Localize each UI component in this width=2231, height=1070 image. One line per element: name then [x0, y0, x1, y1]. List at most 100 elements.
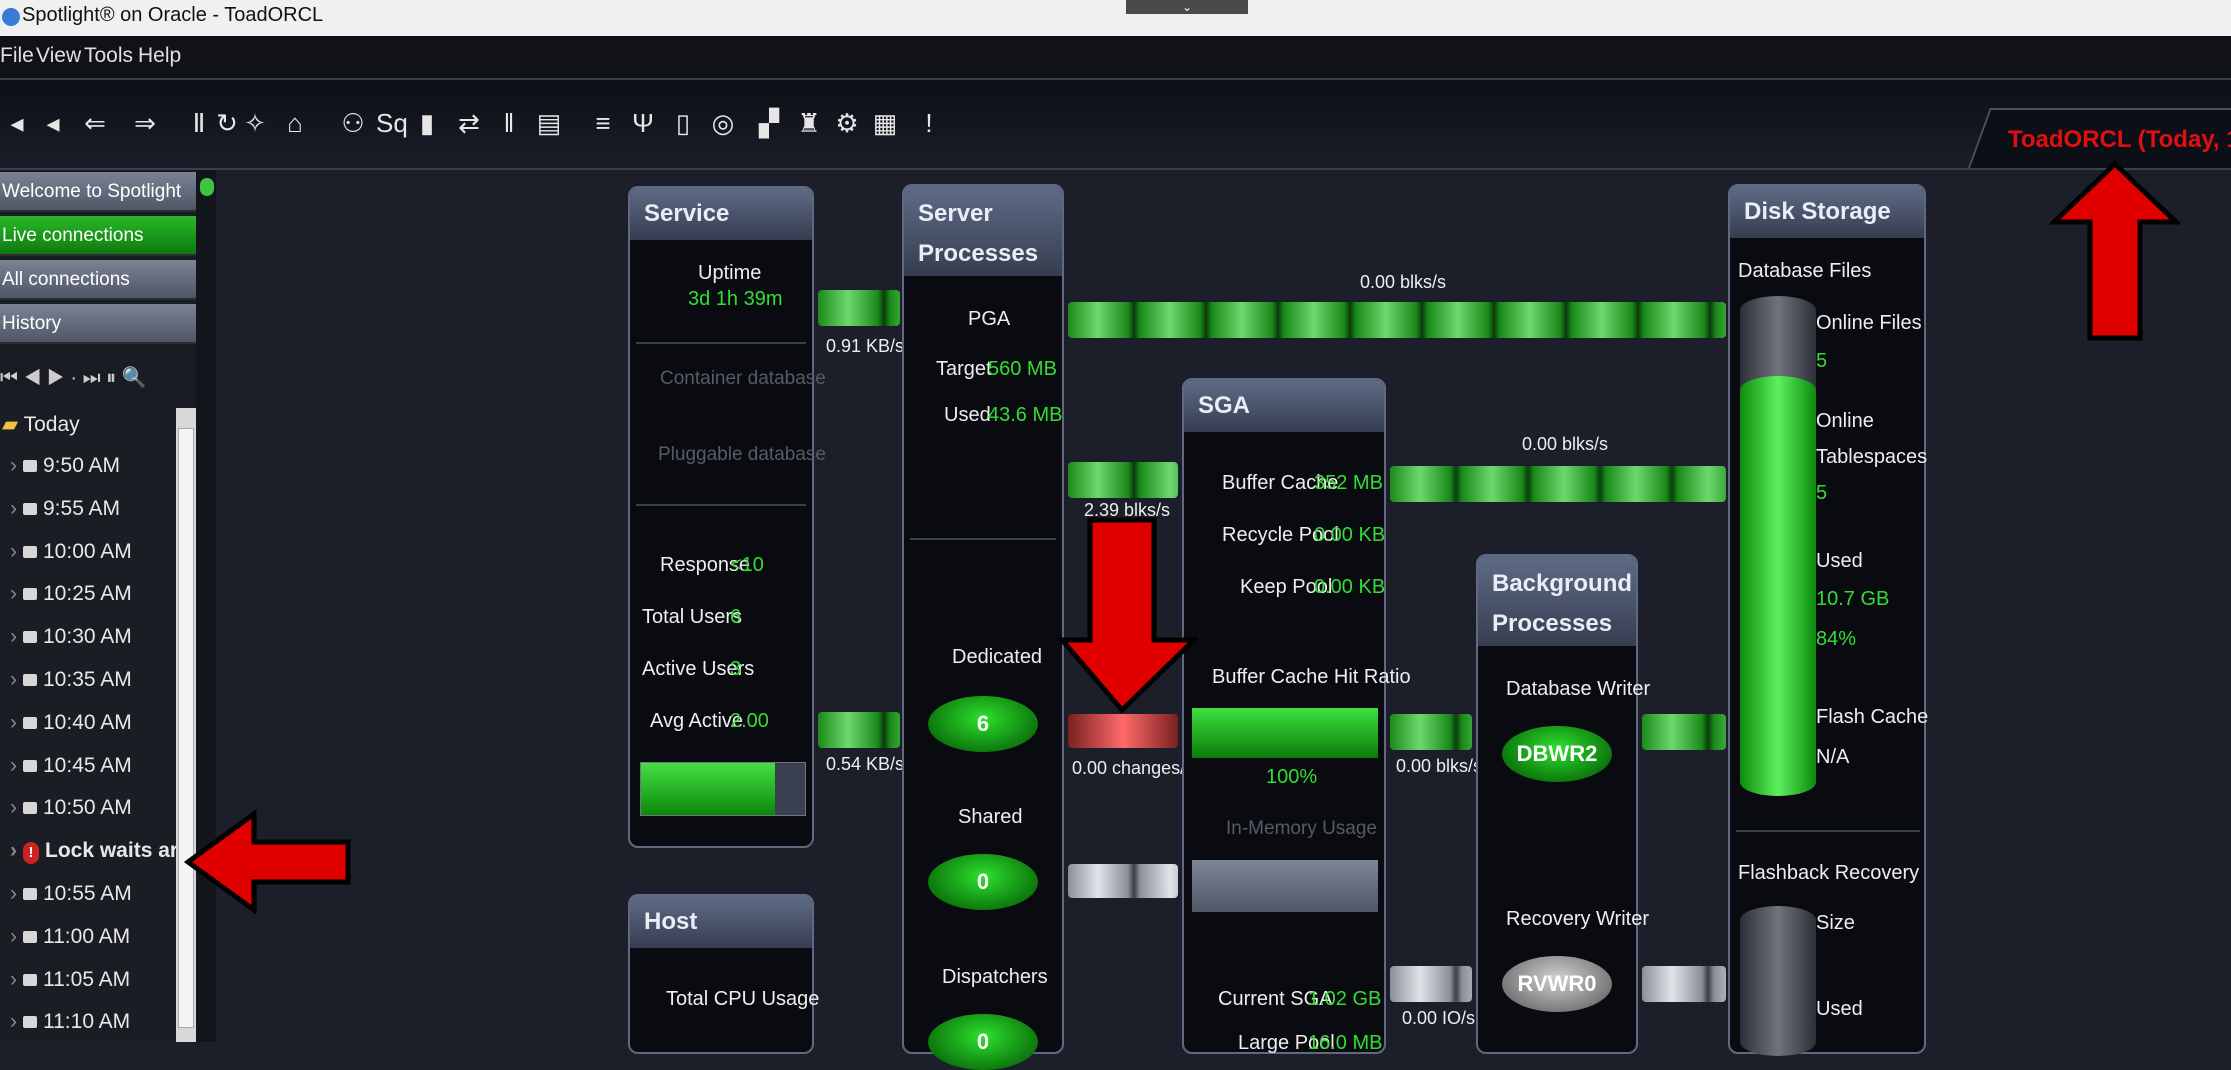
flashback-cylinder: [1740, 906, 1816, 1056]
expand-chevron-icon[interactable]: ›: [10, 968, 17, 991]
tree-item-snapshot[interactable]: › 11:00 AM: [10, 925, 130, 949]
toolbox-icon[interactable]: ⚙: [834, 108, 860, 138]
recovery-writer-label: Recovery Writer: [1506, 908, 1649, 930]
nav-all-connections[interactable]: All connections: [0, 260, 196, 300]
database-writer-value[interactable]: DBWR2: [1502, 726, 1612, 782]
notes-icon[interactable]: ▦: [872, 108, 898, 138]
expand-chevron-icon[interactable]: ›: [10, 1010, 17, 1033]
flashback-used-label: Used: [1816, 998, 1863, 1020]
expand-chevron-icon[interactable]: ›: [10, 882, 17, 905]
annotation-arrow-left: [184, 810, 351, 914]
live-indicator-icon[interactable]: [200, 178, 214, 196]
flashback-size-label: Size: [1816, 912, 1855, 934]
network-out-flow: [818, 712, 900, 748]
host-panel[interactable]: Host Total CPU Usage: [628, 894, 819, 1054]
expand-chevron-icon[interactable]: ›: [10, 454, 17, 477]
tree-item-snapshot[interactable]: › 10:25 AM: [10, 582, 132, 606]
pga-label: PGA: [968, 308, 1011, 330]
folder-icon: ▰: [2, 413, 19, 436]
chart-icon[interactable]: ▮: [414, 108, 440, 138]
fork-icon[interactable]: Ψ: [630, 108, 656, 138]
tree-item-snapshot[interactable]: › 10:00 AM: [10, 540, 132, 564]
disk-storage-panel[interactable]: Disk Storage Database Files Online Files…: [1728, 184, 1928, 1056]
shared-value[interactable]: 0: [928, 854, 1038, 910]
tree-item-snapshot[interactable]: › 9:55 AM: [10, 497, 120, 521]
tree-item-snapshot[interactable]: › 10:30 AM: [10, 625, 132, 649]
expand-chevron-icon[interactable]: ›: [10, 582, 17, 605]
forward-all-icon[interactable]: ◂: [40, 108, 66, 138]
tree-item-snapshot[interactable]: › 9:50 AM: [10, 454, 120, 478]
menu-view[interactable]: View: [36, 44, 81, 68]
nav-history[interactable]: History: [0, 304, 196, 344]
tree-item-label: 10:55 AM: [43, 882, 132, 905]
database-files-used-fill: [1740, 376, 1816, 796]
back-all-icon[interactable]: ◂: [4, 108, 30, 138]
swap-icon[interactable]: ⇄: [456, 108, 482, 138]
menu-tools[interactable]: Tools: [84, 44, 133, 68]
history-playback-controls[interactable]: ⏮ ◀ ▶ · ⏭ ⏸ 🔍: [0, 358, 196, 398]
home-icon[interactable]: ⌂: [282, 108, 308, 138]
cylinder-icon[interactable]: ▯: [670, 108, 696, 138]
nav-welcome[interactable]: Welcome to Spotlight: [0, 172, 196, 212]
alert-icon[interactable]: !: [916, 108, 942, 138]
expand-chevron-icon[interactable]: ›: [10, 796, 17, 819]
pause-icon[interactable]: Ⅱ: [186, 108, 212, 138]
recovery-writer-value[interactable]: RVWR0: [1502, 956, 1612, 1012]
tree-item-label: 10:00 AM: [43, 539, 132, 563]
dispatchers-value[interactable]: 0: [928, 1014, 1038, 1070]
menu-file[interactable]: File: [0, 44, 34, 68]
expand-chevron-icon[interactable]: ›: [10, 754, 17, 777]
tree-item-snapshot[interactable]: › 10:50 AM: [10, 796, 132, 820]
tree-item-label: 11:00 AM: [43, 924, 131, 948]
expand-chevron-icon[interactable]: ›: [10, 540, 17, 563]
menu-help[interactable]: Help: [138, 44, 181, 68]
expand-chevron-icon[interactable]: ›: [10, 711, 17, 734]
block-icon[interactable]: ▤: [536, 108, 562, 138]
expand-chevron-icon[interactable]: ›: [10, 625, 17, 648]
expand-chevron-icon[interactable]: ›: [10, 925, 17, 948]
forward-icon[interactable]: ⇒: [132, 108, 158, 138]
tree-item-snapshot[interactable]: › 10:55 AM: [10, 882, 132, 906]
users-icon[interactable]: ⚇: [340, 108, 366, 138]
online-tablespaces-label-2: Tablespaces: [1816, 446, 1928, 468]
service-panel[interactable]: Service Uptime 3d 1h 39m Container datab…: [628, 186, 826, 848]
server-processes-panel[interactable]: Server Processes PGA Target 560 MB Used …: [902, 184, 1064, 1070]
disk-icon[interactable]: ◎: [710, 108, 736, 138]
db-icon[interactable]: ≡: [590, 108, 616, 138]
tree-item-snapshot[interactable]: › 10:35 AM: [10, 668, 132, 692]
sga-panel[interactable]: SGA Buffer Cache 352 MB Recycle Pool 0.0…: [1182, 378, 1411, 1054]
active-sessions-bar-fill: [641, 763, 776, 815]
service-title: Service: [644, 200, 730, 227]
title-dropdown-button[interactable]: ⌄: [1126, 0, 1248, 14]
tree-item-snapshot[interactable]: › 11:10 AM: [10, 1010, 130, 1034]
tree-item-snapshot[interactable]: › 10:40 AM: [10, 711, 132, 735]
snapshot-icon: [23, 1016, 37, 1029]
tree-item-snapshot[interactable]: › 11:05 AM: [10, 968, 130, 992]
bottle-icon[interactable]: ♜: [796, 108, 822, 138]
tree-item-label: 9:55 AM: [43, 496, 121, 520]
scrollbar-thumb[interactable]: [178, 428, 194, 1028]
expand-chevron-icon[interactable]: ›: [10, 668, 17, 691]
wand-icon[interactable]: ✧: [242, 108, 268, 138]
dedicated-value[interactable]: 6: [928, 696, 1038, 752]
dispatchers-label: Dispatchers: [942, 966, 1048, 988]
sql-icon[interactable]: Sq: [376, 108, 408, 138]
tree-scrollbar[interactable]: [176, 408, 196, 1042]
expand-chevron-icon[interactable]: ›: [10, 839, 17, 862]
nav-live-connections[interactable]: Live connections: [0, 216, 196, 256]
background-processes-panel[interactable]: Background Processes Database Writer DBW…: [1476, 554, 1650, 1054]
refresh-icon[interactable]: ↻: [214, 108, 240, 138]
tree-item-snapshot[interactable]: › 10:45 AM: [10, 754, 132, 778]
expand-chevron-icon[interactable]: ›: [10, 497, 17, 520]
sga-to-dbwriter-rate: 0.00 blks/s: [1396, 756, 1483, 776]
snapshot-icon: [23, 930, 37, 943]
annotation-arrow-up: [2050, 160, 2180, 341]
title-bar: Spotlight® on Oracle - ToadORCL ⌄: [0, 0, 2231, 36]
columns-icon[interactable]: ‖: [496, 108, 522, 138]
disk-used-label: Used: [1816, 550, 1863, 572]
tree-root-today[interactable]: ▰ Today: [2, 412, 80, 437]
app-icon: [2, 8, 20, 26]
flash-cache-value: N/A: [1816, 746, 1850, 768]
puzzle-icon[interactable]: ▞: [756, 108, 782, 138]
back-icon[interactable]: ⇐: [82, 108, 108, 138]
